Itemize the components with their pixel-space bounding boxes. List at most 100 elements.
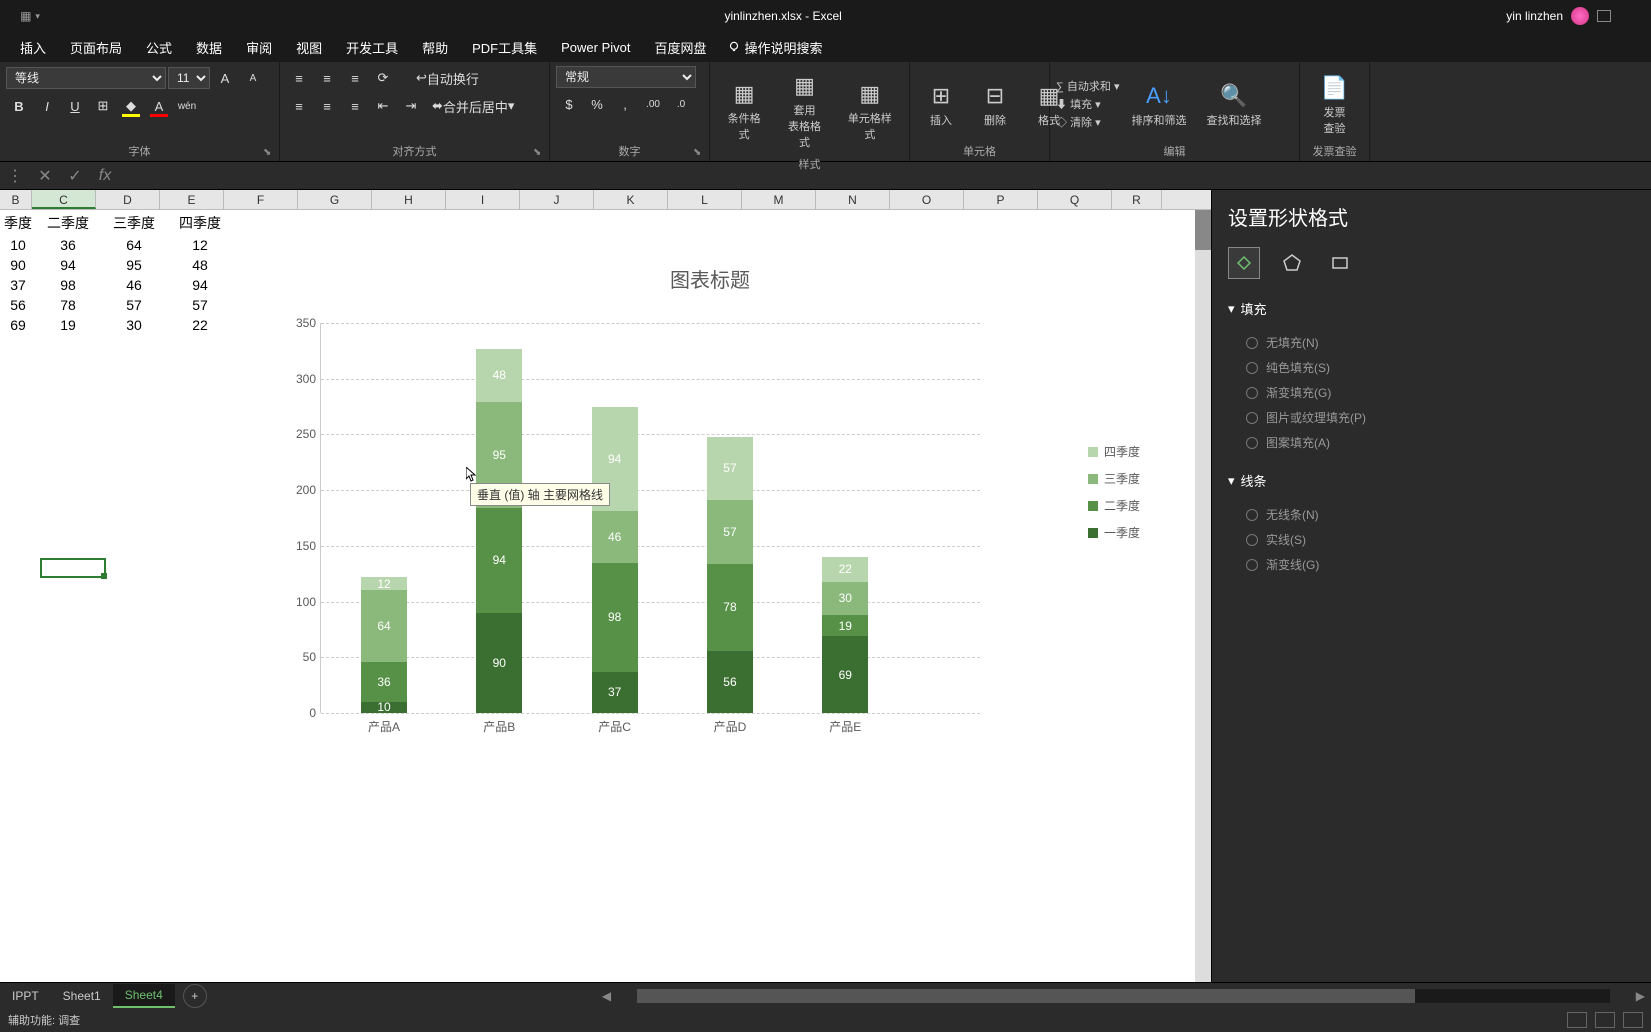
sheet-tab-active[interactable]: Sheet4 <box>113 984 175 1008</box>
align-right-icon[interactable]: ≡ <box>342 94 368 118</box>
find-select-button[interactable]: 🔍查找和选择 <box>1198 76 1269 132</box>
increase-font-icon[interactable]: A <box>212 66 238 90</box>
italic-button[interactable]: I <box>34 94 60 118</box>
chart-title[interactable]: 图表标题 <box>240 264 1180 293</box>
bar-segment[interactable]: 64 <box>361 590 407 661</box>
number-format-select[interactable]: 常规 <box>556 66 696 88</box>
fill-color-button[interactable]: ◆ <box>118 94 144 118</box>
bar-segment[interactable]: 57 <box>707 500 753 564</box>
cell[interactable]: 90 <box>2 256 34 274</box>
number-launcher-icon[interactable]: ⬊ <box>693 147 705 159</box>
cell[interactable]: 46 <box>102 276 166 294</box>
fill-option-pattern[interactable]: 图案填充(A) <box>1228 430 1635 455</box>
bar-segment[interactable]: 69 <box>822 636 868 713</box>
decrease-font-icon[interactable]: A <box>240 66 266 90</box>
table-format-button[interactable]: ▦套用 表格格式 <box>776 66 832 154</box>
legend-item[interactable]: 一季度 <box>1088 524 1140 541</box>
line-section-header[interactable]: ▾线条 <box>1228 471 1635 490</box>
col-header-h[interactable]: H <box>372 190 446 209</box>
col-header-r[interactable]: R <box>1112 190 1162 209</box>
bar-segment[interactable]: 98 <box>592 563 638 672</box>
cell[interactable]: 36 <box>36 236 100 254</box>
fill-option-none[interactable]: 无填充(N) <box>1228 330 1635 355</box>
avatar[interactable] <box>1571 7 1589 25</box>
menu-review[interactable]: 审阅 <box>234 32 284 63</box>
indent-inc-icon[interactable]: ⇥ <box>398 94 424 118</box>
col-header-n[interactable]: N <box>816 190 890 209</box>
col-header-b[interactable]: B <box>0 190 32 209</box>
cancel-icon[interactable]: ✕ <box>30 166 60 186</box>
font-name-select[interactable]: 等线 <box>6 67 166 89</box>
border-button[interactable]: ⊞ <box>90 94 116 118</box>
menu-baidu[interactable]: 百度网盘 <box>643 32 719 63</box>
col-header-k[interactable]: K <box>594 190 668 209</box>
bar-group[interactable]: 22301969产品E <box>822 557 868 713</box>
save-icon[interactable]: ▦ <box>20 9 31 23</box>
bar-segment[interactable]: 48 <box>476 349 522 402</box>
bar-group[interactable]: 12643610产品A <box>361 577 407 713</box>
col-header-m[interactable]: M <box>742 190 816 209</box>
add-sheet-button[interactable]: + <box>183 984 207 1008</box>
cell[interactable]: 12 <box>168 236 232 254</box>
align-bottom-icon[interactable]: ≡ <box>342 66 368 90</box>
col-header-q[interactable]: Q <box>1038 190 1112 209</box>
sheet-tab[interactable]: Sheet1 <box>51 985 113 1007</box>
fx-icon[interactable]: fx <box>90 167 120 185</box>
panel-tab-size[interactable] <box>1324 247 1356 279</box>
legend-item[interactable]: 三季度 <box>1088 470 1140 487</box>
cell-style-button[interactable]: ▦单元格样式 <box>837 66 903 154</box>
bar-segment[interactable]: 12 <box>361 577 407 590</box>
cell[interactable]: 57 <box>168 296 232 314</box>
menu-insert[interactable]: 插入 <box>8 32 58 63</box>
bar-group[interactable]: 48959490产品B <box>476 349 522 713</box>
cell[interactable]: 94 <box>36 256 100 274</box>
comma-icon[interactable]: , <box>612 92 638 116</box>
col-header-c[interactable]: C <box>32 190 96 209</box>
font-color-button[interactable]: A <box>146 94 172 118</box>
vertical-scrollbar[interactable] <box>1195 210 1211 982</box>
line-option-solid[interactable]: 实线(S) <box>1228 527 1635 552</box>
bar-segment[interactable]: 90 <box>476 613 522 713</box>
line-option-none[interactable]: 无线条(N) <box>1228 502 1635 527</box>
invoice-check-button[interactable]: 📄发票 查验 <box>1310 68 1360 140</box>
underline-button[interactable]: U <box>62 94 88 118</box>
bar-segment[interactable]: 56 <box>707 651 753 713</box>
chart-legend[interactable]: 四季度三季度二季度一季度 <box>1088 443 1140 551</box>
chart-plot-area[interactable]: 05010015020025030035012643610产品A48959490… <box>320 323 980 713</box>
menu-formula[interactable]: 公式 <box>134 32 184 63</box>
bar-group[interactable]: 94469837产品C <box>592 407 638 713</box>
window-restore-icon[interactable] <box>1597 10 1611 22</box>
legend-item[interactable]: 二季度 <box>1088 497 1140 514</box>
wrap-text-button[interactable]: ↩ 自动换行 <box>410 66 485 90</box>
col-header-g[interactable]: G <box>298 190 372 209</box>
menu-dev[interactable]: 开发工具 <box>334 32 410 63</box>
col-header-f[interactable]: F <box>224 190 298 209</box>
embedded-chart[interactable]: 图表标题 05010015020025030035012643610产品A489… <box>240 240 1180 980</box>
cell[interactable]: 95 <box>102 256 166 274</box>
bar-segment[interactable]: 57 <box>707 437 753 501</box>
sheet-tab[interactable]: IPPT <box>0 985 51 1007</box>
col-header-e[interactable]: E <box>160 190 224 209</box>
cell[interactable]: 98 <box>36 276 100 294</box>
font-size-select[interactable]: 11 <box>168 67 210 89</box>
scrollbar-thumb[interactable] <box>1195 210 1211 250</box>
align-center-icon[interactable]: ≡ <box>314 94 340 118</box>
col-header-d[interactable]: D <box>96 190 160 209</box>
fill-button[interactable]: ⬇ 填充 ▾ <box>1056 96 1119 112</box>
bar-segment[interactable]: 37 <box>592 672 638 713</box>
cell[interactable]: 48 <box>168 256 232 274</box>
align-middle-icon[interactable]: ≡ <box>314 66 340 90</box>
bar-segment[interactable]: 19 <box>822 615 868 636</box>
bar-segment[interactable]: 22 <box>822 557 868 582</box>
tab-scroll-right-icon[interactable]: ▶ <box>1630 989 1651 1003</box>
currency-icon[interactable]: $ <box>556 92 582 116</box>
menu-powerpivot[interactable]: Power Pivot <box>549 34 642 61</box>
bar-segment[interactable]: 36 <box>361 662 407 702</box>
cell[interactable]: 19 <box>36 316 100 334</box>
cell[interactable]: 37 <box>2 276 34 294</box>
col-header-l[interactable]: L <box>668 190 742 209</box>
cell[interactable]: 94 <box>168 276 232 294</box>
col-header-o[interactable]: O <box>890 190 964 209</box>
conditional-format-button[interactable]: ▦条件格式 <box>716 66 772 154</box>
col-header-i[interactable]: I <box>446 190 520 209</box>
